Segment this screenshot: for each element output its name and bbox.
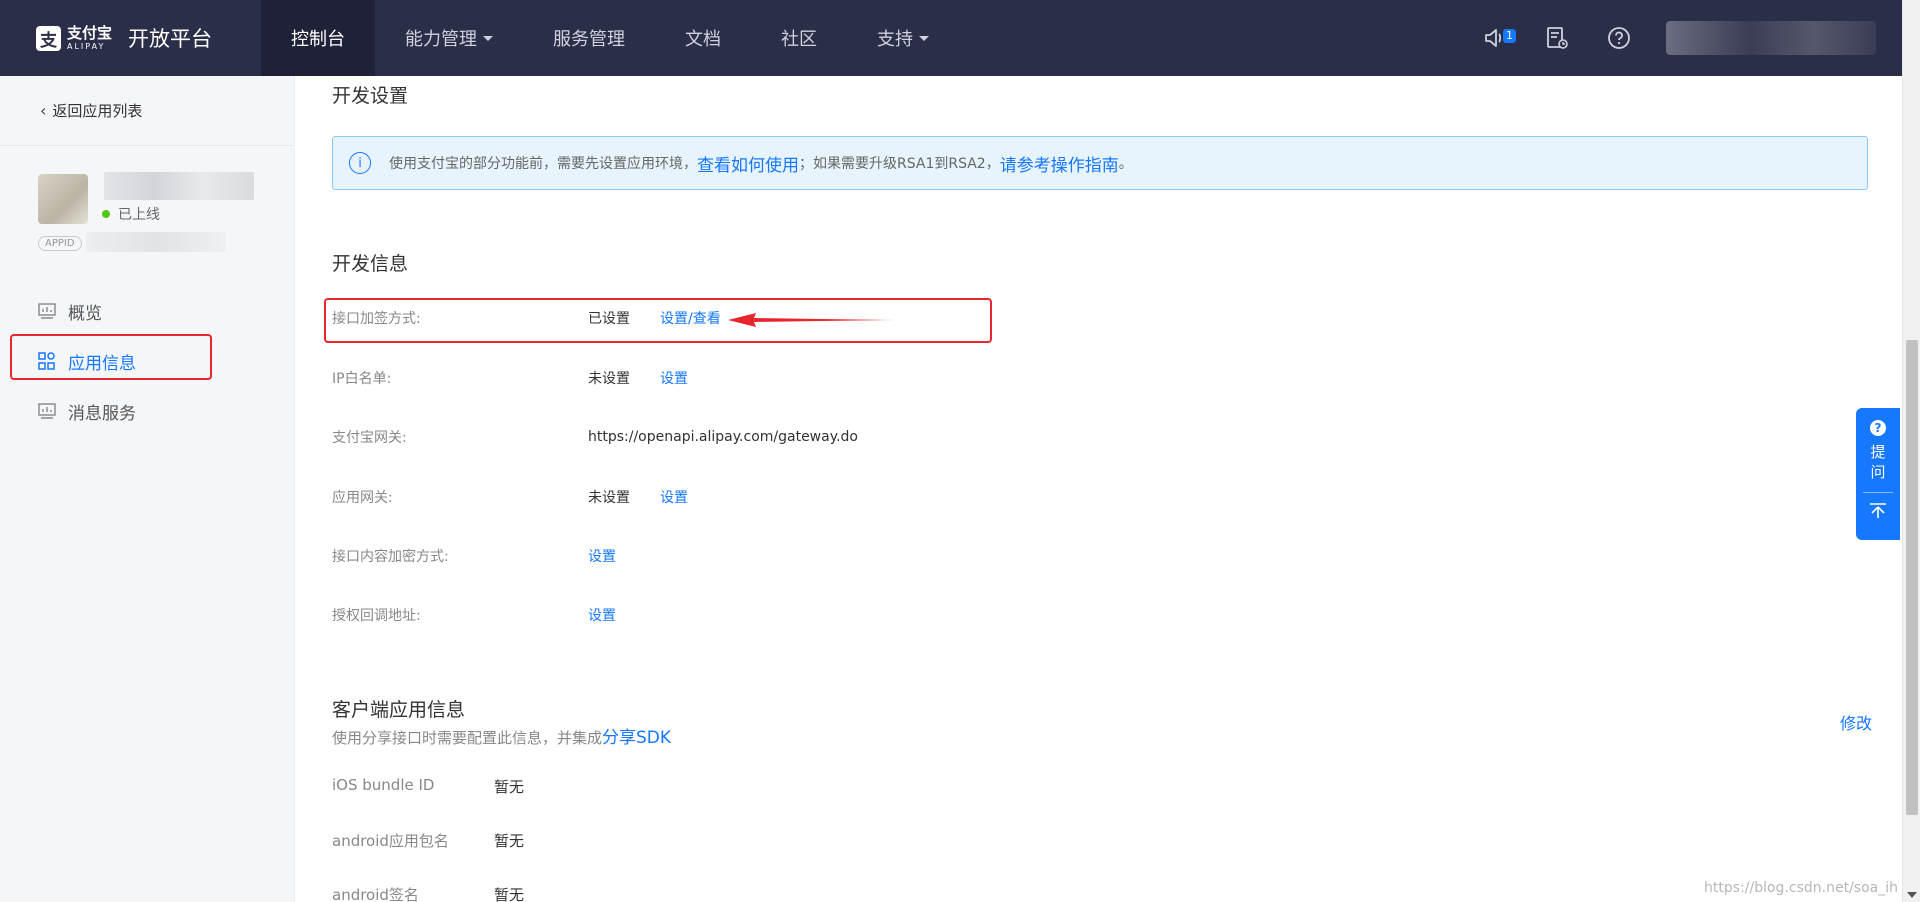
main-nav: 控制台 能力管理 服务管理 文档 社区 支持 <box>261 0 959 76</box>
user-account-menu[interactable] <box>1666 21 1876 55</box>
nav-item-support[interactable]: 支持 <box>847 0 959 76</box>
appid-tag: APPID <box>38 236 82 251</box>
sidebar-item-message-service[interactable]: 消息服务 <box>0 388 295 434</box>
set-content-encryption-link[interactable]: 设置 <box>588 546 616 566</box>
info-row-content-encryption: 接口内容加密方式: 设置 <box>332 546 616 566</box>
back-to-top-icon[interactable] <box>1869 503 1887 524</box>
online-status-dot <box>102 210 110 218</box>
help-icon[interactable] <box>1604 23 1634 53</box>
how-to-use-link[interactable]: 查看如何使用 <box>697 151 799 176</box>
nav-item-service-management[interactable]: 服务管理 <box>523 0 655 76</box>
platform-name: 开放平台 <box>128 27 213 51</box>
info-alert: i 使用支付宝的部分功能前，需要先设置应用环境， 查看如何使用 ；如果需要升级R… <box>332 136 1868 190</box>
set-app-gateway-link[interactable]: 设置 <box>660 487 688 507</box>
notification-speaker-icon[interactable]: 1 <box>1480 23 1516 53</box>
chevron-down-icon <box>483 35 493 41</box>
logo-text-en: ALIPAY <box>67 41 106 51</box>
client-row-ios-bundle: iOS bundle ID 暂无 <box>332 776 525 796</box>
client-info-subtitle: 使用分享接口时需要配置此信息，并集成分享SDK <box>332 728 672 748</box>
dev-settings-title: 开发设置 <box>332 85 409 107</box>
annotation-highlight-box <box>10 334 212 380</box>
chart-icon <box>38 302 56 320</box>
info-icon: i <box>349 152 371 174</box>
client-row-android-package: android应用包名 暂无 <box>332 832 525 850</box>
info-row-ip-whitelist: IP白名单: 未设置 设置 <box>332 368 688 388</box>
set-ip-whitelist-link[interactable]: 设置 <box>660 368 688 388</box>
annotation-arrow <box>728 313 894 327</box>
client-row-android-signature: android签名 暂无 <box>332 886 525 902</box>
app-status: 已上线 <box>102 204 160 224</box>
scroll-thumb[interactable] <box>1906 340 1918 815</box>
client-info-title: 客户端应用信息 <box>332 699 466 721</box>
alipay-logo-icon: 支 <box>36 25 61 51</box>
sidebar-item-overview[interactable]: 概览 <box>0 288 295 334</box>
ask-question-button[interactable]: ? 提问 <box>1856 408 1900 540</box>
app-name-redacted <box>104 172 254 200</box>
info-row-alipay-gateway: 支付宝网关: https://openapi.alipay.com/gatewa… <box>332 429 858 446</box>
logo-text-zh: 支付宝 <box>67 23 113 42</box>
page-scrollbar[interactable] <box>1902 0 1920 902</box>
scroll-down-arrow-icon[interactable] <box>1907 892 1917 898</box>
sidebar: ‹ 返回应用列表 已上线 APPID 概览 应用信息 消息服务 <box>0 76 295 902</box>
back-to-app-list-link[interactable]: ‹ 返回应用列表 <box>0 76 294 146</box>
task-list-icon[interactable] <box>1542 23 1572 53</box>
nav-item-community[interactable]: 社区 <box>751 0 847 76</box>
info-row-auth-callback: 授权回调地址: 设置 <box>332 605 616 625</box>
dev-info-title: 开发信息 <box>332 253 409 275</box>
main-content: 开发设置 i 使用支付宝的部分功能前，需要先设置应用环境， 查看如何使用 ；如果… <box>296 76 1900 902</box>
notification-badge: 1 <box>1503 29 1516 43</box>
chevron-left-icon: ‹ <box>40 101 47 120</box>
nav-item-docs[interactable]: 文档 <box>655 0 751 76</box>
chevron-down-icon <box>919 35 929 41</box>
share-sdk-link[interactable]: 分享SDK <box>602 728 671 748</box>
nav-item-capability-management[interactable]: 能力管理 <box>375 0 523 76</box>
operation-guide-link[interactable]: 请参考操作指南 <box>1000 151 1119 176</box>
appid-value-redacted <box>86 232 226 252</box>
modify-button[interactable]: 修改 <box>1840 710 1872 734</box>
question-icon: ? <box>1870 420 1886 436</box>
app-avatar <box>38 174 88 224</box>
set-auth-callback-link[interactable]: 设置 <box>588 605 616 625</box>
top-navigation-bar: 支 支付宝 ALIPAY 开放平台 控制台 能力管理 服务管理 文档 社区 支持… <box>0 0 1902 76</box>
chart-icon <box>38 402 56 420</box>
watermark: https://blog.csdn.net/soa_ih <box>1704 880 1898 896</box>
nav-item-console[interactable]: 控制台 <box>261 0 375 76</box>
alipay-logo[interactable]: 支 支付宝 ALIPAY 开放平台 <box>36 23 261 53</box>
info-row-app-gateway: 应用网关: 未设置 设置 <box>332 487 688 507</box>
